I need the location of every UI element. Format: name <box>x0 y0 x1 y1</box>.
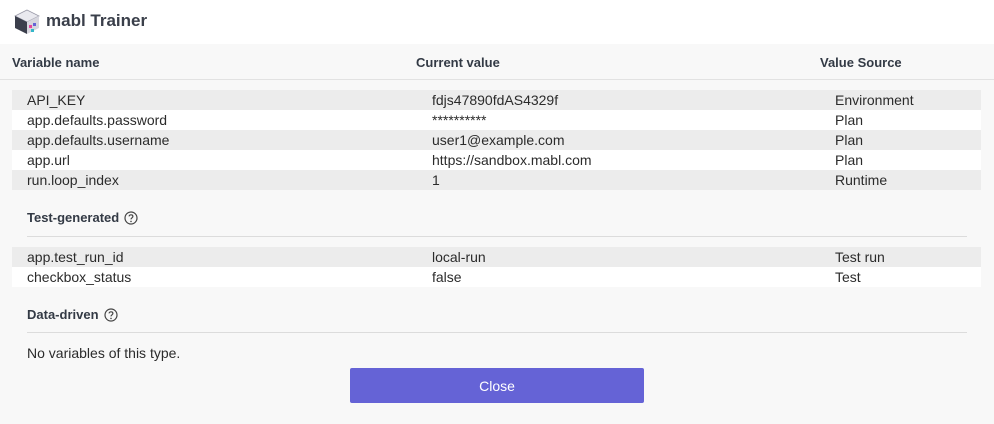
column-header-value-source: Value Source <box>820 55 902 70</box>
variable-name: app.defaults.password <box>27 112 168 128</box>
variable-name: app.url <box>27 152 70 168</box>
table-header: Variable name Current value Value Source <box>0 44 994 80</box>
variable-source: Plan <box>835 152 864 168</box>
variable-source: Test <box>835 269 861 285</box>
variable-source: Runtime <box>835 172 888 188</box>
table-row: app.defaults.username user1@example.com … <box>12 130 981 150</box>
variable-value: 1 <box>432 172 440 188</box>
variable-value: fdjs47890fdAS4329f <box>432 92 559 108</box>
section-title-data-driven: Data-driven <box>27 307 118 322</box>
table-row: API_KEY fdjs47890fdAS4329f Environment <box>12 90 981 110</box>
variable-name: app.defaults.username <box>27 132 170 148</box>
table-row: app.url https://sandbox.mabl.com Plan <box>12 150 981 170</box>
section-title-label: Test-generated <box>27 210 120 225</box>
variable-value: ********** <box>432 112 487 128</box>
section-title-test-generated: Test-generated <box>27 210 138 225</box>
variable-source: Test run <box>835 249 885 265</box>
table-row: checkbox_status false Test <box>12 267 981 287</box>
table-row: app.test_run_id local-run Test run <box>12 247 981 267</box>
close-button[interactable]: Close <box>350 368 644 403</box>
variable-name: API_KEY <box>27 92 86 108</box>
variable-name: checkbox_status <box>27 269 132 285</box>
variable-name: app.test_run_id <box>27 249 124 265</box>
table-row: run.loop_index 1 Runtime <box>12 170 981 190</box>
help-icon[interactable] <box>124 210 138 225</box>
title-bar: mabl Trainer <box>0 0 994 44</box>
variable-name: run.loop_index <box>27 172 119 188</box>
mabl-logo-icon <box>14 9 40 34</box>
variable-source: Plan <box>835 132 864 148</box>
variable-value: https://sandbox.mabl.com <box>432 152 592 168</box>
empty-state-message: No variables of this type. <box>27 345 181 361</box>
section-title-label: Data-driven <box>27 307 99 322</box>
app-title: mabl Trainer <box>46 11 148 30</box>
variable-source: Environment <box>835 92 914 108</box>
variable-value: false <box>432 269 462 285</box>
variable-value: user1@example.com <box>432 132 565 148</box>
help-icon[interactable] <box>103 307 118 322</box>
variable-source: Plan <box>835 112 864 128</box>
column-header-variable-name: Variable name <box>12 55 100 70</box>
column-header-current-value: Current value <box>416 55 500 70</box>
variable-value: local-run <box>432 249 486 265</box>
section-divider <box>27 332 967 333</box>
section-divider <box>27 236 967 237</box>
table-row: app.defaults.password ********** Plan <box>12 110 981 130</box>
